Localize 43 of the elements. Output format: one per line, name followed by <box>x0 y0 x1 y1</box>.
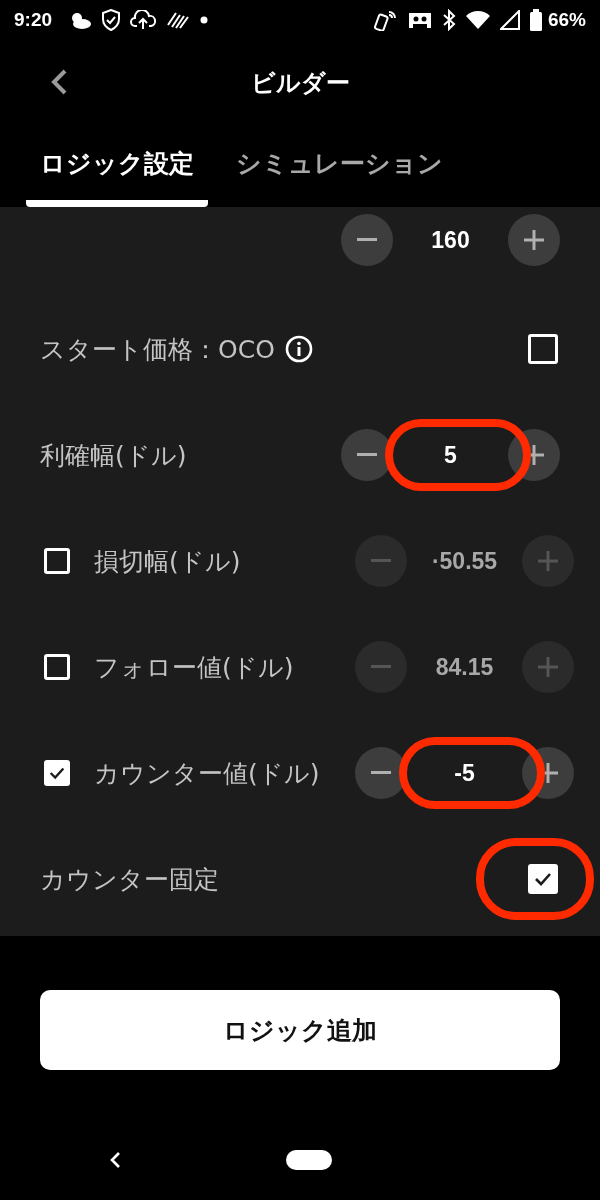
checkbox[interactable] <box>528 864 558 894</box>
battery-icon <box>529 9 542 31</box>
signal-icon <box>499 10 520 30</box>
stepper-value: ·50.55 <box>431 547 498 575</box>
row-label: 損切幅(ドル) <box>94 545 241 578</box>
plus-icon <box>524 230 544 250</box>
status-time: 9:20 <box>14 9 53 31</box>
dot-icon <box>200 16 209 24</box>
cassette-icon <box>407 11 432 29</box>
striped-icon <box>166 11 191 29</box>
shield-icon <box>102 9 121 31</box>
battery-percent: 66% <box>547 9 586 31</box>
row-label: 利確幅(ドル) <box>40 439 187 472</box>
minus-icon <box>357 453 377 457</box>
page-title: ビルダー <box>250 68 350 99</box>
tab[interactable]: シミュレーション <box>222 147 457 207</box>
stepper-value: 5 <box>444 441 457 469</box>
wifi-icon <box>465 10 490 30</box>
row-label: スタート価格：OCO <box>40 333 275 366</box>
checkbox[interactable] <box>44 760 70 786</box>
plus-icon <box>538 657 558 677</box>
minus-icon <box>371 559 391 563</box>
checkbox[interactable] <box>528 334 558 364</box>
plus-icon <box>538 551 558 571</box>
minus-icon <box>371 771 391 775</box>
stepper-value: -5 <box>454 759 475 787</box>
minus-icon <box>357 238 377 242</box>
add-logic-button[interactable]: ロジック追加 <box>40 990 560 1070</box>
phone-nfc-icon <box>373 9 398 31</box>
minus-button[interactable] <box>341 214 393 266</box>
bluetooth-icon <box>441 9 456 31</box>
stepper-value: 84.15 <box>435 653 494 681</box>
row-label: カウンター固定 <box>40 863 219 896</box>
stepper-value: 160 <box>431 226 470 254</box>
plus-button[interactable] <box>508 214 560 266</box>
row-label: カウンター値(ドル) <box>94 757 320 790</box>
home-pill[interactable] <box>286 1150 332 1170</box>
cloud-upload-icon <box>130 10 157 30</box>
minus-icon <box>371 665 391 669</box>
info-icon[interactable] <box>284 335 313 363</box>
row-label: フォロー値(ドル) <box>94 651 294 684</box>
back-icon[interactable] <box>50 68 68 96</box>
back-nav-icon[interactable] <box>108 1150 122 1170</box>
